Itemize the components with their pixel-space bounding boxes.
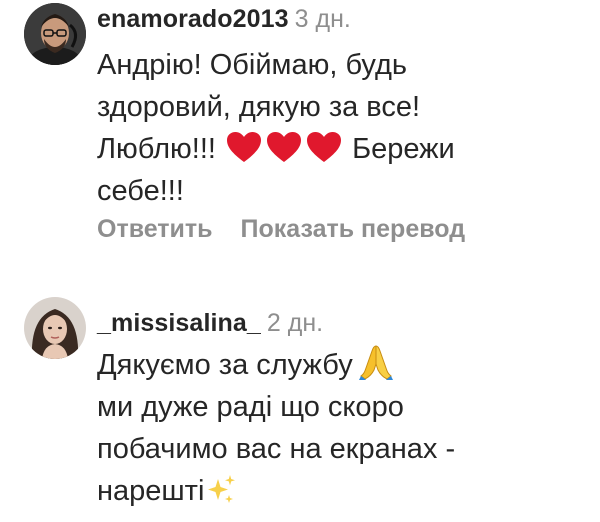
avatar-photo-icon: [24, 297, 86, 359]
timestamp: 3 дн.: [294, 5, 351, 33]
comment-line-part: Бережи: [352, 133, 455, 165]
comment-line: побачимо вас на екранах -: [97, 433, 456, 465]
avatar[interactable]: [24, 3, 86, 65]
username[interactable]: _missisalina_: [97, 309, 261, 337]
timestamp: 2 дн.: [266, 309, 324, 337]
red-heart-icon: [226, 131, 262, 163]
comment-line: нарешті: [97, 470, 590, 512]
comment-text: Дякуємо за службу ми дуже раді що скоро …: [97, 344, 590, 512]
comment-line: себе!!!: [97, 175, 184, 207]
red-heart-icon: [306, 131, 342, 163]
username[interactable]: enamorado2013: [97, 5, 289, 33]
avatar-photo-icon: [24, 3, 86, 65]
comment-header: _missisalina_ 2 дн.: [97, 308, 590, 338]
comment-actions: Ответить Показать перевод: [97, 215, 465, 244]
comment-header: enamorado2013 3 дн.: [97, 4, 590, 34]
comment-line-part: Люблю!!!: [97, 133, 216, 165]
comment-line-part: нарешті: [97, 475, 205, 507]
comment-line-part: Дякуємо за службу: [97, 349, 353, 381]
folded-hands-icon: [358, 344, 393, 380]
show-translation-button[interactable]: Показать перевод: [241, 215, 466, 243]
comment-line: Андрію! Обіймаю, будь: [97, 49, 407, 81]
comment-line: ми дуже раді що скоро: [97, 391, 404, 423]
comment-line: Дякуємо за службу: [97, 344, 590, 386]
comment-line: здоровий, дякую за все!: [97, 91, 421, 123]
reply-button[interactable]: Ответить: [97, 215, 213, 243]
comment-text: Андрію! Обіймаю, будь здоровий, дякую за…: [97, 44, 590, 212]
comment-line: Люблю!!! Бережи: [97, 128, 590, 170]
red-heart-icon: [266, 131, 302, 163]
avatar[interactable]: [24, 297, 86, 359]
sparkles-icon: [206, 473, 236, 505]
